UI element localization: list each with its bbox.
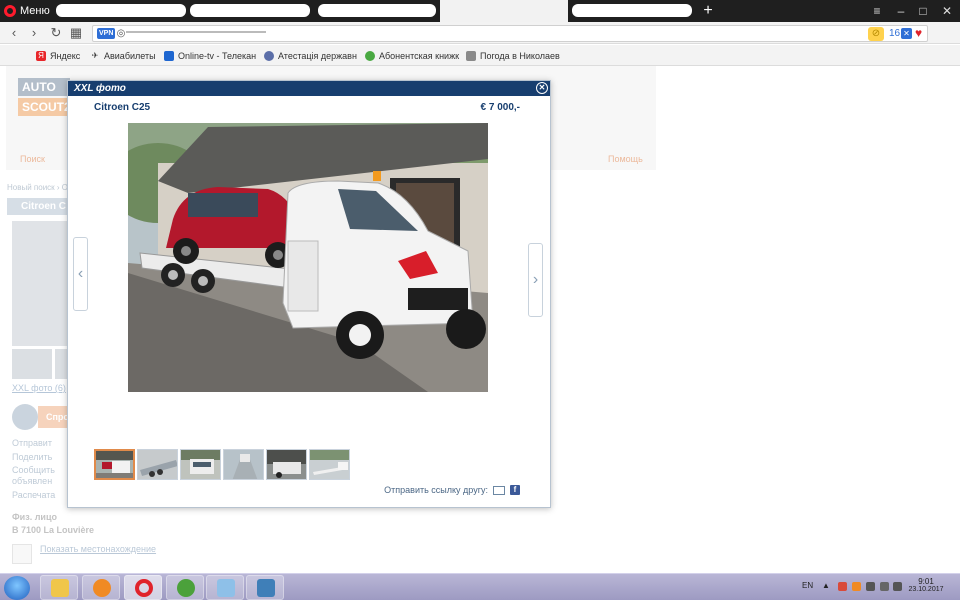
airplane-icon: ✈ (91, 51, 99, 60)
reload-icon[interactable]: ↻ (48, 25, 64, 41)
heart-icon[interactable]: ♥ (915, 26, 922, 40)
bookmark-item[interactable]: Абонентская книжк (365, 49, 459, 63)
folder-icon (51, 579, 69, 597)
thumbnail-image (267, 450, 306, 479)
bookmarks-bar: Я Яндекс ✈ Авиабилеты Online-tv - Телека… (0, 45, 960, 66)
minimize-button[interactable]: – (890, 2, 912, 20)
bookmark-label: Online-tv - Телекан (178, 51, 257, 61)
tray-expand-icon[interactable]: ▲ (822, 581, 830, 590)
thumbnail-image (224, 450, 263, 479)
window-app-icon (257, 579, 275, 597)
clock-time: 9:01 (918, 577, 934, 586)
opera-menu-label: Меню (20, 5, 50, 17)
tray-app-icon[interactable] (852, 582, 861, 591)
extension-count: 16 (889, 28, 901, 39)
share-label: Отправить ссылку другу: (384, 485, 488, 495)
bookmark-label: Авиабилеты (104, 51, 156, 61)
maximize-button[interactable]: □ (912, 2, 934, 20)
utorrent-icon (177, 579, 195, 597)
speed-dial-grid-icon[interactable]: ▦ (68, 25, 84, 41)
browser-tab[interactable] (318, 4, 436, 17)
thumbnail-image (138, 450, 177, 479)
media-player-icon (93, 579, 111, 597)
back-arrow-icon[interactable]: ‹ (6, 25, 22, 41)
taskbar-paint[interactable] (206, 575, 244, 600)
new-tab-button[interactable]: + (700, 2, 716, 20)
thumbnail-4[interactable] (223, 449, 264, 480)
car-price: € 7 000,- (480, 102, 520, 113)
modal-title: XXL фото (74, 83, 126, 94)
bookmark-label: Яндекс (50, 51, 81, 61)
browser-tab[interactable] (56, 4, 186, 17)
opera-menu-button[interactable]: Меню (4, 3, 50, 19)
paint-icon (217, 579, 235, 597)
thumbnail-6[interactable] (309, 449, 350, 480)
leaf-icon (365, 51, 375, 61)
browser-tab-bar: Меню + ≡ – □ ✕ (0, 0, 960, 22)
taskbar-opera[interactable] (124, 575, 162, 600)
extension-icon[interactable]: ✕ (901, 28, 912, 39)
bookmark-label: Погода в Николаев (480, 51, 560, 61)
next-photo-button[interactable]: › (528, 243, 543, 317)
opera-logo-icon (4, 5, 16, 17)
thumbnail-5[interactable] (266, 449, 307, 480)
network-icon[interactable] (880, 582, 889, 591)
address-bar-row: ‹ › ↻ ▦ VPN ◎ ⊘ 16 ✕ ♥ (0, 22, 960, 44)
forward-arrow-icon[interactable]: › (26, 25, 42, 41)
bookmark-item[interactable]: Online-tv - Телекан (164, 49, 256, 63)
close-window-button[interactable]: ✕ (936, 2, 958, 20)
bookmark-label: Атестація державн (278, 51, 357, 61)
tow-truck-photo-illustration (128, 123, 488, 392)
globe-icon: ◎ (116, 28, 126, 39)
thumbnail-3[interactable] (180, 449, 221, 480)
document-icon (466, 51, 476, 61)
adblock-icon[interactable]: ⊘ (868, 27, 884, 41)
bookmark-item[interactable]: ✈ Авиабилеты (90, 49, 156, 63)
thumbnail-image (310, 450, 349, 479)
prev-photo-button[interactable]: ‹ (73, 237, 88, 311)
tray-app-icon[interactable] (838, 582, 847, 591)
mail-icon[interactable] (493, 485, 505, 495)
tray-app-icon[interactable] (866, 582, 875, 591)
car-title: Citroen C25 (94, 102, 151, 113)
main-car-photo[interactable] (128, 123, 488, 392)
xxl-photo-modal: XXL фото ✕ Citroen C25 € 7 000,- ‹ › Отп… (67, 80, 551, 508)
taskbar-utorrent[interactable] (166, 575, 204, 600)
language-indicator[interactable]: EN (802, 581, 813, 590)
clock-date: 23.10.2017 (908, 586, 944, 593)
browser-tab[interactable] (572, 4, 692, 17)
url-text-redacted (126, 31, 266, 33)
taskbar-app[interactable] (246, 575, 284, 600)
tv-icon (164, 51, 174, 61)
opera-icon (135, 579, 153, 597)
thumbnail-strip (94, 449, 350, 481)
thumbnail-image (181, 450, 220, 479)
bookmark-item[interactable]: Погода в Николаев (466, 49, 560, 63)
yandex-icon: Я (36, 51, 46, 61)
thumbnail-image (96, 451, 133, 478)
modal-header: XXL фото ✕ (68, 81, 550, 96)
bookmark-item[interactable]: Я Яндекс (36, 49, 80, 63)
browser-tab[interactable] (190, 4, 310, 17)
thumbnail-1[interactable] (94, 449, 135, 480)
url-input[interactable] (92, 25, 928, 42)
bookmark-label: Абонентская книжк (379, 51, 460, 61)
bookmark-item[interactable]: Атестація державн (264, 49, 357, 63)
taskbar-clock[interactable]: 9:01 23.10.2017 (906, 577, 946, 593)
browser-tab-active[interactable] (440, 0, 568, 22)
close-icon[interactable]: ✕ (536, 82, 548, 94)
tab-menu-icon[interactable]: ≡ (866, 2, 888, 20)
taskbar-explorer[interactable] (40, 575, 78, 600)
taskbar-media-player[interactable] (82, 575, 120, 600)
facebook-icon[interactable]: f (510, 485, 520, 495)
windows-start-button[interactable] (4, 576, 30, 600)
volume-icon[interactable] (893, 582, 902, 591)
thumbnail-2[interactable] (137, 449, 178, 480)
windows-taskbar: EN ▲ 9:01 23.10.2017 (0, 573, 960, 600)
share-row: Отправить ссылку другу: f (384, 485, 520, 495)
emblem-icon (264, 51, 274, 61)
